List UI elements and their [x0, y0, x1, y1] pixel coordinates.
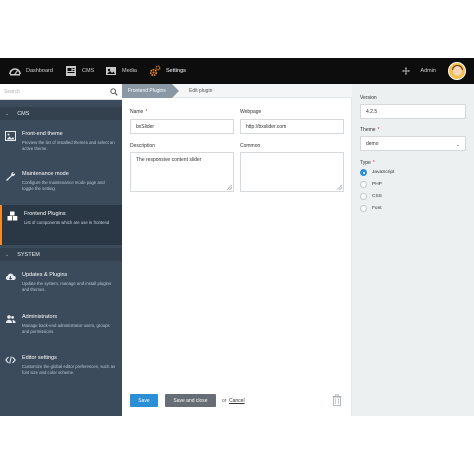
sidebar-item-frontend-theme[interactable]: Front-end theme Preview the list of inst…	[0, 125, 122, 165]
chevron-down-icon: ⌄	[5, 251, 10, 258]
cubes-icon	[7, 211, 18, 221]
sidebar-item-editor-settings[interactable]: Editor settings Customize the global edi…	[0, 349, 122, 389]
main-content: Frontend Plugins Edit plugin Name * bxSli…	[122, 84, 352, 416]
sidebar-item-description: Manage back-end administrator users, gro…	[22, 323, 110, 334]
description-value: The responsive content slider	[136, 157, 202, 163]
user-name: Admin	[420, 68, 436, 74]
save-button[interactable]: Save	[130, 394, 158, 407]
description-label: Description	[130, 143, 156, 149]
nav-media-label: Media	[122, 68, 137, 74]
sidebar-item-description: Configure the maintenance mode page and …	[22, 180, 105, 191]
type-radio-php[interactable]: PHP	[360, 180, 382, 189]
resize-grip-icon[interactable]	[337, 185, 342, 190]
radio-unchecked-icon	[360, 193, 367, 200]
section-system-header[interactable]: ⌄ SYSTEM	[0, 248, 122, 261]
sidebar-item-description: Preview the list of installed themes and…	[22, 140, 115, 151]
top-navbar: Dashboard CMS Media Settings Admin	[0, 58, 474, 84]
chevron-down-icon: ⌄	[455, 142, 460, 148]
sidebar-item-label: Frontend Plugins	[24, 211, 66, 217]
common-field[interactable]	[240, 152, 344, 192]
sidebar-item-updates-plugins[interactable]: Updates & Plugins Update the system, man…	[0, 266, 122, 306]
save-and-close-button[interactable]: Save and close	[165, 394, 216, 407]
description-field[interactable]: The responsive content slider	[130, 152, 234, 192]
nav-cms-label: CMS	[82, 68, 95, 74]
webpage-label: Webpage	[240, 109, 262, 115]
theme-label: Theme *	[360, 127, 380, 133]
sidebar-item-administrators[interactable]: Administrators Manage back-end administr…	[0, 308, 122, 348]
cms-icon	[65, 65, 77, 77]
section-title: SYSTEM	[17, 251, 40, 258]
webpage-field[interactable]: http://bxslider.com	[240, 119, 344, 134]
sidebar-item-maintenance-mode[interactable]: Maintenance mode Configure the maintenan…	[0, 165, 122, 205]
sidebar-item-label: Updates & Plugins	[22, 272, 68, 278]
radio-unchecked-icon	[360, 181, 367, 188]
settings-sidebar: Search ⌄ CMS Front-end theme Preview the…	[0, 84, 122, 416]
sidebar-item-label: Editor settings	[22, 355, 57, 361]
user-menu[interactable]: Admin	[402, 58, 436, 84]
sidebar-item-frontend-plugins[interactable]: Frontend Plugins List of components whic…	[0, 205, 122, 245]
settings-icon	[149, 65, 161, 77]
radio-label: CSS	[372, 194, 382, 199]
sidebar-item-description: Customize the global editor preferences,…	[22, 364, 116, 375]
chevron-down-icon: ⌄	[5, 110, 10, 117]
breadcrumb: Frontend Plugins Edit plugin	[122, 84, 352, 98]
users-icon	[5, 314, 16, 324]
radio-label: JavaScript	[372, 170, 395, 175]
nav-cms[interactable]: CMS	[65, 58, 94, 84]
radio-checked-icon	[360, 169, 367, 176]
theme-select[interactable]: demo ⌄	[360, 136, 466, 151]
wrench-icon	[5, 171, 16, 181]
dashboard-icon	[9, 65, 21, 77]
code-icon	[5, 355, 16, 365]
search-icon	[110, 88, 118, 98]
breadcrumb-parent[interactable]: Frontend Plugins	[122, 84, 179, 98]
name-label: Name *	[130, 109, 148, 115]
sidebar-item-description: Update the system, manage and install pl…	[22, 281, 112, 292]
radio-label: PHP	[372, 182, 382, 187]
radio-unchecked-icon	[360, 205, 367, 212]
section-title: CMS	[17, 110, 30, 117]
sidebar-item-label: Maintenance mode	[22, 171, 69, 177]
cancel-link[interactable]: Cancel	[229, 398, 245, 404]
media-icon	[105, 65, 117, 77]
resize-grip-icon[interactable]	[227, 185, 232, 190]
trash-icon[interactable]	[332, 394, 342, 406]
type-label: Type *	[360, 160, 375, 166]
search-input[interactable]: Search	[4, 89, 20, 95]
theme-value: demo	[366, 140, 379, 147]
nav-dashboard[interactable]: Dashboard	[9, 58, 53, 84]
name-field[interactable]: bxSlider	[130, 119, 234, 134]
breadcrumb-current: Edit plugin	[189, 88, 213, 94]
sidebar-search[interactable]: Search	[0, 84, 122, 100]
app-window: Dashboard CMS Media Settings Admin Searc…	[0, 58, 474, 416]
move-icon	[402, 67, 411, 75]
cloud-download-icon	[5, 272, 16, 282]
type-radio-font[interactable]: Font	[360, 204, 382, 213]
form-footer: Save Save and close or Cancel	[122, 386, 352, 416]
type-radio-css[interactable]: CSS	[360, 192, 382, 201]
sidebar-item-description: List of components which are use in fron…	[24, 220, 110, 225]
or-text: or	[222, 398, 227, 404]
sidebar-item-label: Administrators	[22, 314, 58, 320]
properties-panel: Version 4.2.5 Theme * demo ⌄ Type * JavaSc…	[352, 84, 474, 416]
radio-label: Font	[372, 206, 382, 211]
nav-settings-label: Settings	[166, 68, 186, 74]
sidebar-item-label: Front-end theme	[22, 131, 63, 137]
section-cms-header[interactable]: ⌄ CMS	[0, 107, 122, 120]
type-radio-javascript[interactable]: JavaScript	[360, 168, 394, 177]
nav-settings[interactable]: Settings	[149, 58, 186, 84]
common-label: Common	[240, 143, 261, 149]
avatar[interactable]	[448, 62, 466, 80]
image-icon	[5, 131, 16, 141]
nav-media[interactable]: Media	[105, 58, 137, 84]
version-field[interactable]: 4.2.5	[360, 104, 466, 119]
version-label: Version	[360, 95, 377, 101]
nav-dashboard-label: Dashboard	[26, 68, 53, 74]
